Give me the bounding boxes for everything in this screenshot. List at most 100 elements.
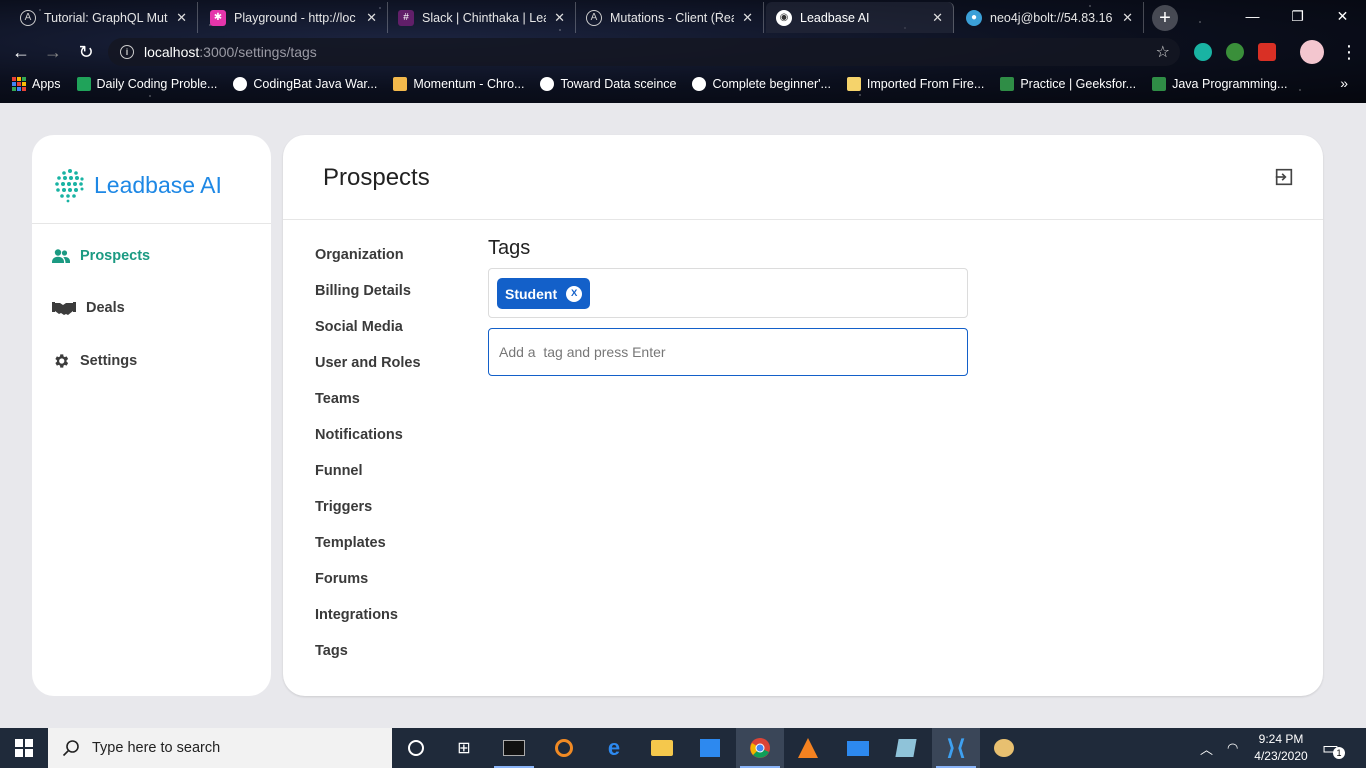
chrome-icon[interactable] [736,728,784,768]
tag-input[interactable] [488,328,968,376]
taskbar-clock[interactable]: 9:24 PM 4/23/2020 [1248,731,1314,765]
apollo-icon: A [20,9,36,26]
windows-logo-icon [15,739,33,757]
settings-item-billing-details[interactable]: Billing Details [315,273,421,309]
task-view-icon[interactable]: ⊞ [440,728,488,768]
forward-button[interactable]: → [40,39,66,65]
browser-menu-icon[interactable]: ⋮ [1336,39,1362,65]
settings-item-organization[interactable]: Organization [315,237,421,273]
tab-title: Playground - http://loc [234,10,356,25]
bookmark-item[interactable]: Complete beginner'... [692,77,831,91]
vlc-icon[interactable] [784,728,832,768]
windows-taskbar: Type here to search ⊞ e ⟩⟨ ︿ ◠ 9:24 PM 4… [0,728,1366,768]
browser-tab-active[interactable]: ◉ Leadbase AI ✕ [766,2,954,33]
bookmark-item[interactable]: Daily Coding Proble... [76,77,217,91]
close-tab-icon[interactable]: ✕ [742,10,753,26]
back-button[interactable]: ← [8,39,34,65]
browser-tab[interactable]: A Tutorial: GraphQL Muta ✕ [10,2,198,33]
close-tab-icon[interactable]: ✕ [1122,10,1133,26]
profile-avatar[interactable] [1300,40,1324,64]
remove-tag-icon[interactable]: X [566,285,583,302]
settings-item-social-media[interactable]: Social Media [315,309,421,345]
tab-title: Slack | Chinthaka | Lea [422,10,547,25]
sidebar-item-label: Prospects [80,248,151,264]
settings-item-teams[interactable]: Teams [315,381,421,417]
settings-item-integrations[interactable]: Integrations [315,597,421,633]
sidebar-item-settings[interactable]: Settings [52,352,137,370]
slack-icon: # [398,9,414,26]
bookmark-item[interactable]: Practice | Geeksfor... [1000,77,1136,91]
url-text[interactable]: localhost:3000/settings/tags [144,44,317,60]
reload-button[interactable]: ↻ [73,39,99,65]
url-path: :3000/settings/tags [199,44,317,60]
sidebar-item-prospects[interactable]: Prospects [52,248,150,264]
tab-title: Tutorial: GraphQL Muta [44,10,169,25]
paint-icon[interactable] [980,728,1028,768]
chrome-logo-icon [750,738,770,758]
vscode-icon[interactable]: ⟩⟨ [932,728,980,768]
browser-tab[interactable]: ✱ Playground - http://loc ✕ [200,2,388,33]
terminal-icon[interactable] [490,728,538,768]
cortana-icon[interactable] [392,728,440,768]
bookmark-label: Toward Data sceince [560,77,677,91]
bookmark-item[interactable]: Imported From Fire... [846,77,984,91]
browser-chrome: A Tutorial: GraphQL Muta ✕ ✱ Playground … [0,0,1366,103]
bookmark-item[interactable]: CodingBat Java War... [233,77,377,91]
settings-item-triggers[interactable]: Triggers [315,489,421,525]
notification-center-button[interactable]: ▭ 1 [1322,728,1346,768]
store-icon[interactable] [686,728,734,768]
browser-tab[interactable]: A Mutations - Client (Rea ✕ [576,2,764,33]
site-info-icon[interactable]: i [120,45,134,59]
close-tab-icon[interactable]: ✕ [366,10,377,26]
browser-tab[interactable]: # Slack | Chinthaka | Lea ✕ [388,2,576,33]
logout-icon[interactable] [1273,166,1295,188]
chevron-up-icon[interactable]: ︿ [1200,739,1213,758]
settings-item-funnel[interactable]: Funnel [315,453,421,489]
close-tab-icon[interactable]: ✕ [176,10,187,26]
bookmark-label: Momentum - Chro... [413,77,525,91]
settings-item-templates[interactable]: Templates [315,525,421,561]
bookmarks-bar: Apps Daily Coding Proble... CodingBat Ja… [0,69,1366,99]
momentum-icon [393,77,408,91]
new-tab-button[interactable]: + [1152,5,1178,31]
browser-tab[interactable]: ● neo4j@bolt://54.83.16 ✕ [956,2,1144,33]
geeksforgeeks-icon [1152,77,1167,91]
brand-name: Leadbase AI [94,171,222,198]
apollo-icon: A [586,9,602,26]
sidebar-item-deals[interactable]: Deals [52,300,125,316]
globe-icon: ◉ [776,9,792,26]
bookmark-item[interactable]: Apps [12,77,61,91]
close-tab-icon[interactable]: ✕ [932,10,943,26]
settings-item-notifications[interactable]: Notifications [315,417,421,453]
sidebar-item-label: Deals [86,300,125,316]
settings-item-forums[interactable]: Forums [315,561,421,597]
minimize-button[interactable]: — [1230,0,1275,32]
bookmark-item[interactable]: Java Programming... [1152,77,1287,91]
bookmark-item[interactable]: Toward Data sceince [540,77,676,91]
extension-icon[interactable] [1194,43,1212,61]
notes-app-icon[interactable] [882,728,930,768]
bookmark-label: Java Programming... [1172,77,1288,91]
close-tab-icon[interactable]: ✕ [554,10,565,26]
logo[interactable]: Leadbase AI [52,167,222,203]
settings-item-tags[interactable]: Tags [315,633,421,669]
close-window-button[interactable]: ✕ [1320,0,1365,32]
bookmark-item[interactable]: Momentum - Chro... [393,77,524,91]
mail-icon[interactable] [834,728,882,768]
graphql-icon: ✱ [210,9,226,26]
address-bar[interactable]: i localhost:3000/settings/tags ☆ [108,38,1180,66]
handshake-icon [52,302,76,315]
bookmarks-overflow-icon[interactable]: » [1340,75,1348,91]
taskbar-search[interactable]: Type here to search [48,728,392,768]
extension-icon[interactable] [1226,43,1244,61]
edge-icon[interactable]: e [590,728,638,768]
file-explorer-icon[interactable] [638,728,686,768]
bookmark-star-icon[interactable]: ☆ [1156,42,1170,62]
wifi-icon[interactable]: ◠ [1227,740,1238,756]
maximize-button[interactable]: ❐ [1275,0,1320,32]
eclipse-icon[interactable] [540,728,588,768]
tab-title: Leadbase AI [800,10,870,25]
settings-item-user-and-roles[interactable]: User and Roles [315,345,421,381]
extension-icon[interactable] [1258,43,1276,61]
start-button[interactable] [0,728,48,768]
